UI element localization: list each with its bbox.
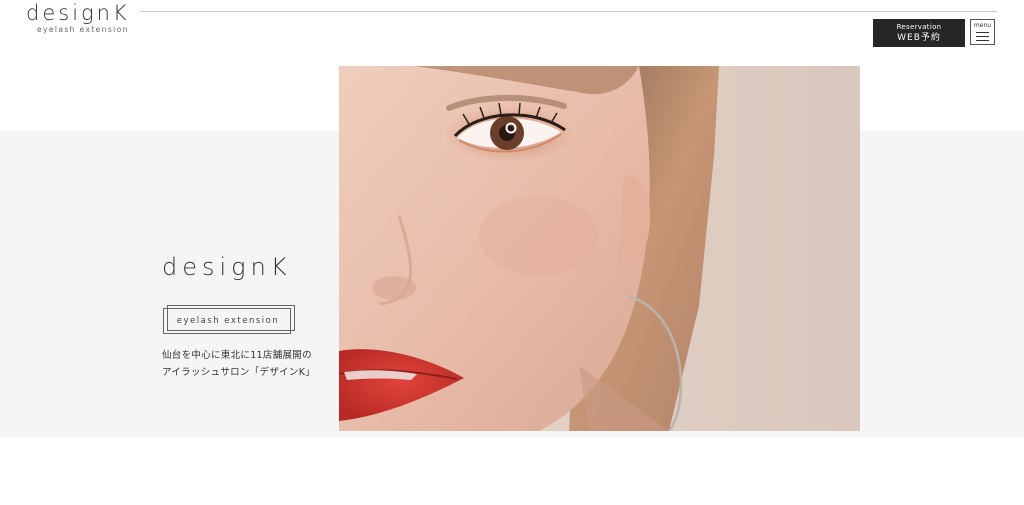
hero-description-line-1: 仙台を中心に東北に11店舗展開の [162, 350, 312, 361]
hero-description: 仙台を中心に東北に11店舗展開の アイラッシュサロン「デザインK」 [162, 347, 315, 381]
reservation-label-en: Reservation [896, 23, 942, 31]
hero-tag-text: eyelash extension [176, 316, 280, 326]
menu-label: menu [973, 22, 992, 29]
logo-wordmark: designK [26, 1, 130, 25]
header-divider [140, 11, 997, 12]
hero-tag-box: eyelash extension [163, 305, 295, 334]
reservation-label-ja: WEB予約 [897, 33, 941, 43]
web-reservation-button[interactable]: Reservation WEB予約 [873, 19, 965, 47]
menu-button[interactable]: menu [970, 19, 995, 45]
hero-brand-title: designK [162, 253, 292, 281]
hamburger-icon [976, 32, 989, 44]
site-logo[interactable]: designK eyelash extension [26, 2, 130, 34]
logo-tagline: eyelash extension [37, 25, 129, 34]
hero-description-line-2: アイラッシュサロン「デザインK」 [162, 367, 316, 378]
hero-portrait-image [339, 66, 860, 431]
